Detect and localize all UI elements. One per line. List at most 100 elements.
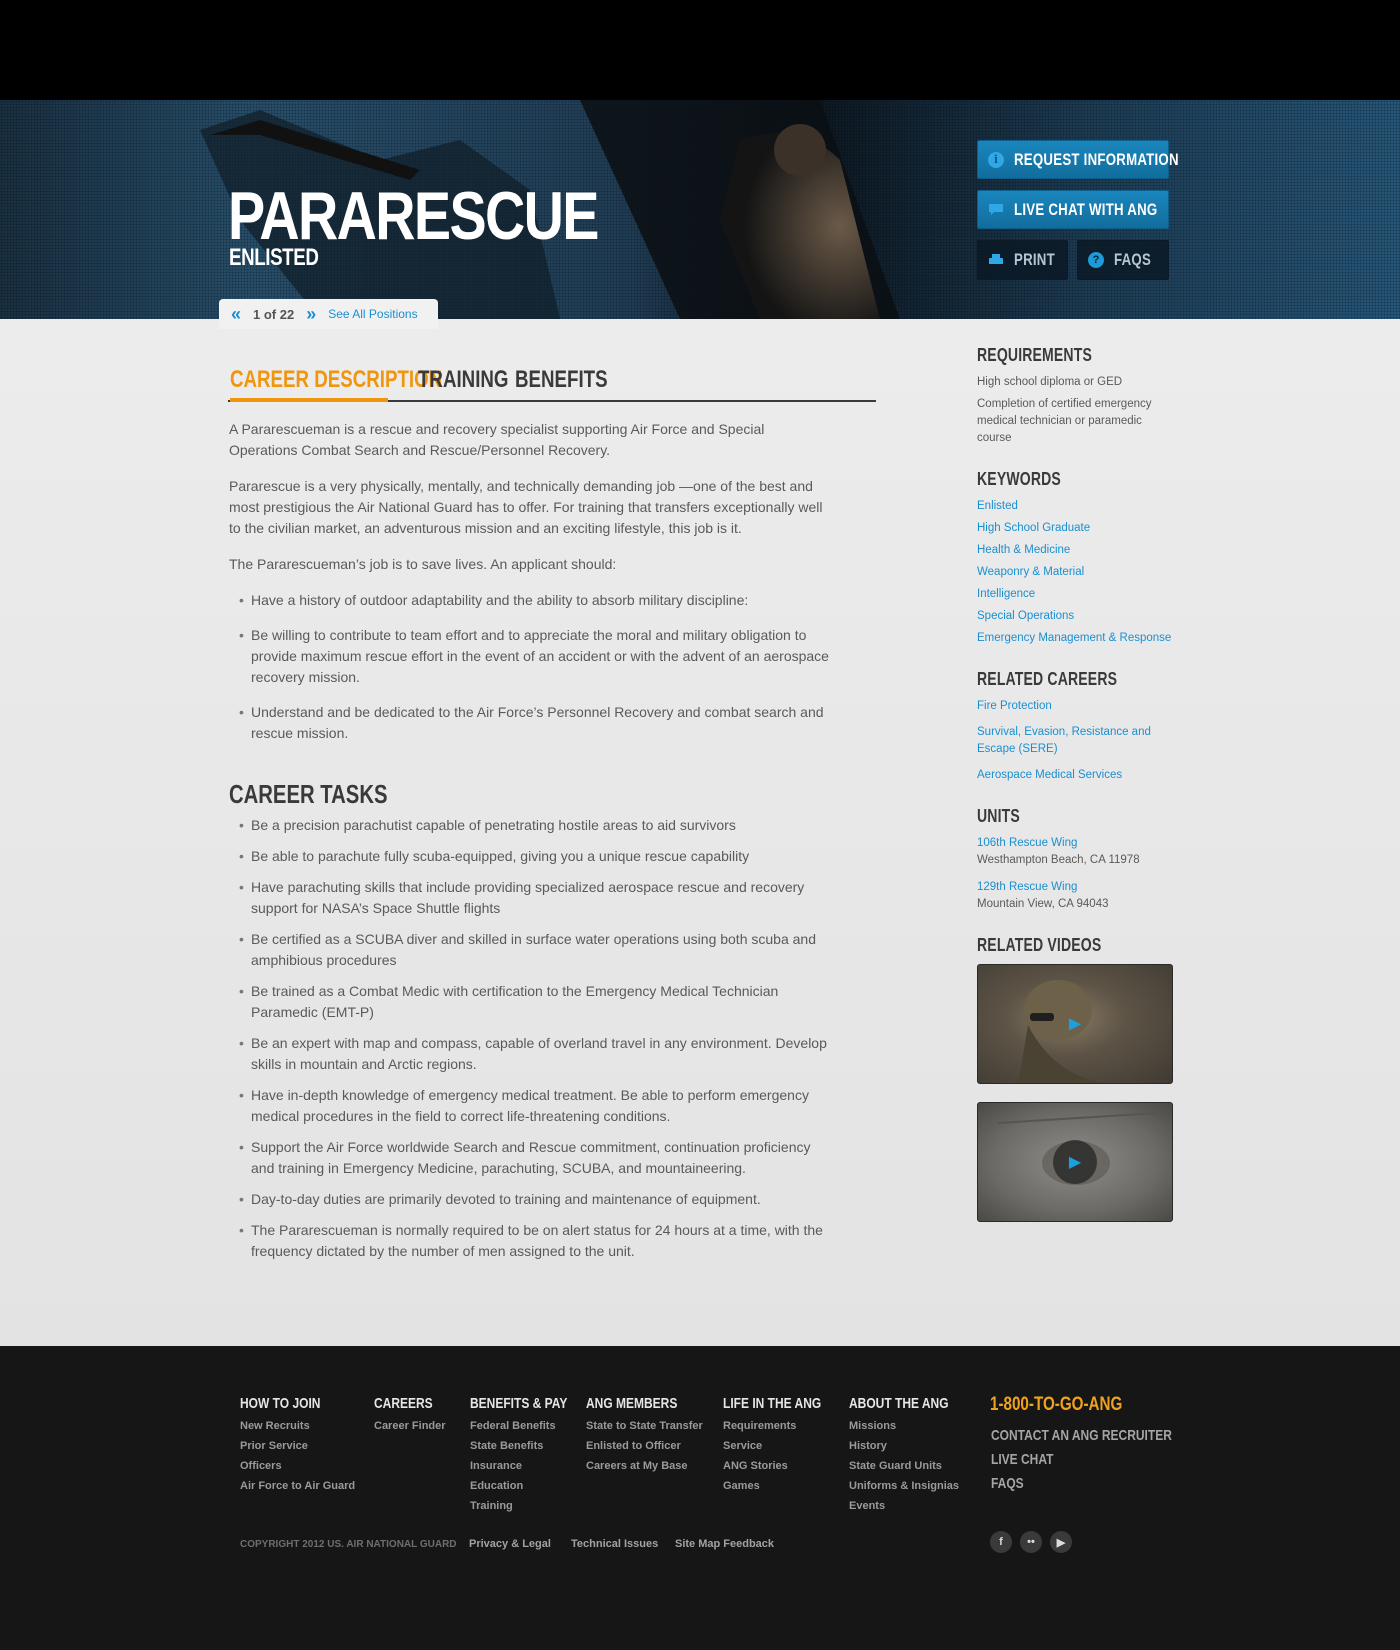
footer-contact-links: CONTACT AN ANG RECRUITER LIVE CHAT FAQS (991, 1424, 1217, 1496)
keyword-link[interactable]: Enlisted (977, 498, 1177, 515)
footer-link[interactable]: State Benefits (470, 1436, 592, 1456)
footer-link[interactable]: New Recruits (240, 1416, 355, 1436)
footer-link[interactable]: Insurance (470, 1456, 592, 1476)
unit-location: Westhampton Beach, CA 11978 (977, 854, 1140, 866)
requirement-item: Completion of certified emergency medica… (977, 398, 1152, 444)
flickr-icon[interactable]: •• (1020, 1531, 1042, 1553)
requirements-section: REQUIREMENTS High school diploma or GED … (977, 346, 1177, 447)
description-paragraph: The Pararescueman’s job is to save lives… (229, 556, 617, 572)
related-careers-heading: RELATED CAREERS (977, 669, 1118, 689)
footer-col-ang-members: ANG MEMBERS State to State Transfer Enli… (586, 1394, 703, 1476)
related-career-link[interactable]: Fire Protection (977, 698, 1177, 715)
description-paragraph: Pararescue is a very physically, mentall… (229, 478, 823, 536)
career-description: A Pararescueman is a rescue and recovery… (229, 419, 829, 1272)
unit-link[interactable]: 106th Rescue Wing (977, 835, 1177, 852)
video-thumbnail[interactable]: ▶ (977, 1102, 1173, 1222)
info-icon: i (988, 151, 1004, 168)
facebook-icon[interactable]: f (990, 1531, 1012, 1553)
footer-link[interactable]: Enlisted to Officer (586, 1436, 703, 1456)
print-button[interactable]: PRINT (977, 240, 1068, 280)
unit-item: 106th Rescue Wing Westhampton Beach, CA … (977, 835, 1177, 869)
list-item: Be trained as a Combat Medic with certif… (239, 981, 829, 1023)
footer-col-life-in-the-ang: LIFE IN THE ANG Requirements Service ANG… (723, 1394, 846, 1496)
technical-issues-link[interactable]: Technical Issues (571, 1538, 658, 1550)
list-item: Be an expert with map and compass, capab… (239, 1033, 829, 1075)
keyword-link[interactable]: High School Graduate (977, 520, 1177, 537)
list-item: Understand and be dedicated to the Air F… (239, 702, 829, 744)
tab-career-description[interactable]: CAREER DESCRIPTION (230, 366, 442, 394)
youtube-icon[interactable]: ▶ (1050, 1531, 1072, 1553)
list-item: Day-to-day duties are primarily devoted … (239, 1189, 829, 1210)
copyright: COPYRIGHT 2012 US. AIR NATIONAL GUARD (240, 1539, 457, 1550)
keyword-link[interactable]: Weaponry & Material (977, 564, 1177, 581)
footer-link[interactable]: State to State Transfer (586, 1416, 703, 1436)
units-heading: UNITS (977, 806, 1020, 826)
live-chat-link[interactable]: LIVE CHAT (991, 1448, 1172, 1472)
request-information-button[interactable]: i REQUEST INFORMATION (977, 140, 1179, 179)
keyword-link[interactable]: Health & Medicine (977, 542, 1177, 559)
faqs-button[interactable]: ? FAQS (1077, 240, 1169, 280)
footer-link[interactable]: Careers at My Base (586, 1456, 703, 1476)
faqs-link[interactable]: FAQS (991, 1472, 1172, 1496)
phone-number[interactable]: 1-800-TO-GO-ANG (990, 1394, 1122, 1416)
footer-link[interactable]: Requirements (723, 1416, 846, 1436)
footer-heading: CAREERS (374, 1395, 433, 1412)
list-item: Be able to parachute fully scuba-equippe… (239, 846, 829, 867)
list-item: Be willing to contribute to team effort … (239, 625, 829, 688)
footer-heading: LIFE IN THE ANG (723, 1395, 822, 1412)
list-item: Be certified as a SCUBA diver and skille… (239, 929, 829, 971)
list-item: Be a precision parachutist capable of pe… (239, 815, 829, 836)
footer-col-about-the-ang: ABOUT THE ANG Missions History State Gua… (849, 1394, 973, 1516)
chat-bubble-icon (988, 202, 1004, 218)
requirement-item: High school diploma or GED (977, 376, 1123, 388)
privacy-legal-link[interactable]: Privacy & Legal (469, 1538, 551, 1550)
tab-training[interactable]: TRAINING (418, 366, 508, 394)
footer-link[interactable]: Training (470, 1496, 592, 1516)
keyword-link[interactable]: Special Operations (977, 608, 1177, 625)
previous-position-icon[interactable]: « (231, 305, 241, 323)
video-thumbnail[interactable]: ▶ (977, 964, 1173, 1084)
list-item: Have a history of outdoor adaptability a… (239, 590, 829, 611)
printer-icon (988, 252, 1004, 268)
footer-link[interactable]: Officers (240, 1456, 355, 1476)
keyword-link[interactable]: Emergency Management & Response (977, 630, 1177, 647)
list-item: Have parachuting skills that include pro… (239, 877, 829, 919)
hero-banner: PARARESCUE ENLISTED (0, 100, 1400, 319)
tab-benefits[interactable]: BENEFITS (515, 366, 608, 394)
related-career-link[interactable]: Aerospace Medical Services (977, 767, 1177, 784)
page-subtitle: ENLISTED (229, 244, 319, 271)
footer-link[interactable]: Career Finder (374, 1416, 447, 1436)
live-chat-button[interactable]: LIVE CHAT WITH ANG (977, 190, 1169, 229)
footer-col-careers: CAREERS Career Finder (374, 1394, 447, 1436)
keyword-link[interactable]: Intelligence (977, 586, 1177, 603)
footer-link[interactable]: State Guard Units (849, 1456, 973, 1476)
units-section: UNITS 106th Rescue Wing Westhampton Beac… (977, 806, 1177, 913)
footer-col-how-to-join: HOW TO JOIN New Recruits Prior Service O… (240, 1394, 355, 1496)
social-links: f •• ▶ (990, 1531, 1072, 1553)
list-item: Have in-depth knowledge of emergency med… (239, 1085, 829, 1127)
footer-link[interactable]: Missions (849, 1416, 973, 1436)
top-black-bar (0, 0, 1400, 100)
footer-link[interactable]: Uniforms & Insignias (849, 1476, 973, 1496)
related-career-link[interactable]: Survival, Evasion, Resistance and Escape… (977, 724, 1177, 758)
footer-link[interactable]: History (849, 1436, 973, 1456)
unit-location: Mountain View, CA 94043 (977, 898, 1109, 910)
footer-link[interactable]: ANG Stories (723, 1456, 846, 1476)
unit-link[interactable]: 129th Rescue Wing (977, 879, 1177, 896)
see-all-positions-link[interactable]: See All Positions (328, 307, 417, 321)
footer-link[interactable]: Events (849, 1496, 973, 1516)
footer-link[interactable]: Air Force to Air Guard (240, 1476, 355, 1496)
footer-link[interactable]: Federal Benefits (470, 1416, 592, 1436)
list-item: The Pararescueman is normally required t… (239, 1220, 829, 1262)
footer-link[interactable]: Games (723, 1476, 846, 1496)
footer-link[interactable]: Service (723, 1436, 846, 1456)
position-count: 1 of 22 (253, 306, 295, 322)
footer-link[interactable]: Prior Service (240, 1436, 355, 1456)
footer-heading: ABOUT THE ANG (849, 1395, 949, 1412)
contact-recruiter-link[interactable]: CONTACT AN ANG RECRUITER (991, 1424, 1172, 1448)
related-careers-section: RELATED CAREERS Fire Protection Survival… (977, 669, 1177, 784)
career-tasks-heading: CAREER TASKS (229, 779, 388, 809)
site-map-feedback-link[interactable]: Site Map Feedback (675, 1538, 774, 1550)
footer-link[interactable]: Education (470, 1476, 592, 1496)
next-position-icon[interactable]: » (306, 305, 316, 323)
